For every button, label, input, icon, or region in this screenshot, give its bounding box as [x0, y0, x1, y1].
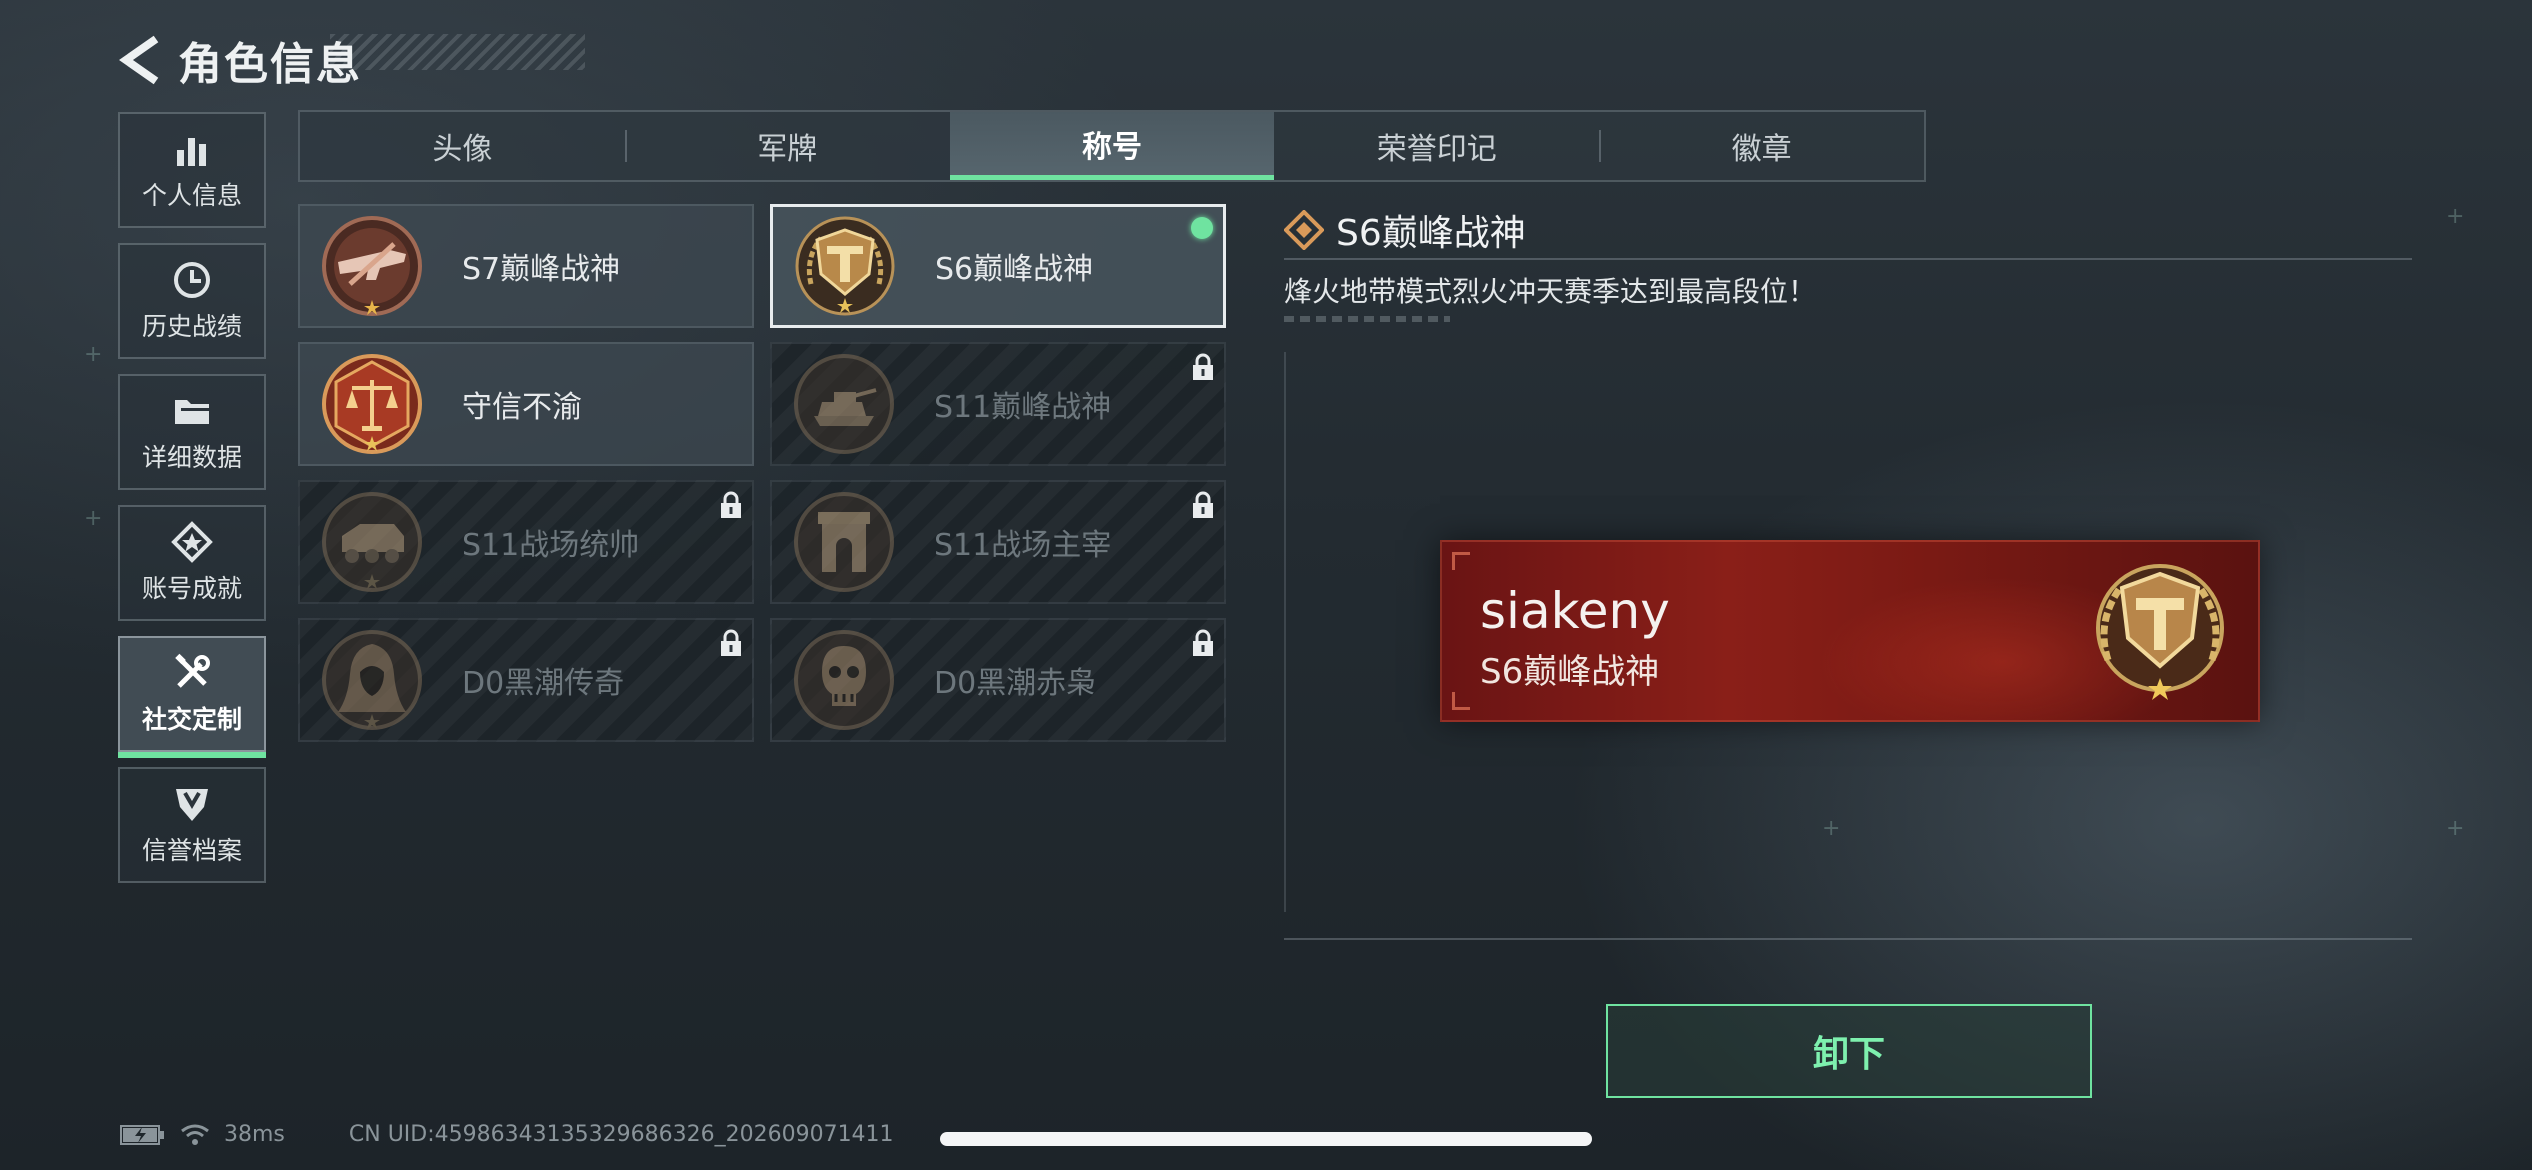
lock-icon	[721, 629, 741, 656]
rifle-emblem-icon	[322, 216, 422, 316]
preview-title-text: S6巅峰战神	[1480, 652, 1660, 692]
bar-chart-icon	[177, 138, 206, 166]
tank-emblem-icon	[794, 354, 894, 454]
lock-icon	[1193, 491, 1213, 518]
tab-honor-mark[interactable]: 荣誉印记	[1274, 112, 1599, 180]
title-stripes-decoration	[330, 34, 585, 70]
title-card[interactable]: 守信不渝	[298, 342, 754, 466]
sidebar-item-label: 信誉档案	[141, 836, 242, 865]
shield-emblem-icon	[176, 789, 208, 821]
battery-charging-icon	[120, 1124, 164, 1145]
sidebar-item-label: 个人信息	[141, 181, 242, 210]
t-shield-emblem-icon	[795, 216, 895, 316]
background-cross: +	[2446, 204, 2465, 229]
tab-title[interactable]: 称号	[949, 112, 1275, 180]
title-card-locked[interactable]: S11巅峰战神	[770, 342, 1226, 466]
title-card-locked[interactable]: D0黑潮赤枭	[770, 618, 1226, 742]
tab-badge[interactable]: 徽章	[1599, 112, 1924, 180]
tab-avatar[interactable]: 头像	[300, 112, 625, 180]
detail-title: S6巅峰战神	[1336, 213, 1526, 254]
title-card-locked[interactable]: D0黑潮传奇	[298, 618, 754, 742]
scales-emblem-icon	[322, 354, 422, 454]
hooded-figure-emblem-icon	[322, 630, 422, 730]
title-card-name: S11巅峰战神	[934, 390, 1112, 425]
title-card-name: D0黑潮传奇	[462, 666, 625, 701]
clock-icon	[174, 262, 210, 298]
category-tabs: 头像 军牌 称号 荣誉印记 徽章	[298, 110, 1926, 182]
title-card-name: S6巅峰战神	[935, 252, 1094, 287]
divider	[1284, 938, 2412, 940]
apc-emblem-icon	[322, 492, 422, 592]
title-card-name: D0黑潮赤枭	[934, 666, 1097, 701]
detail-description: 烽火地带模式烈火冲天赛季达到最高段位！	[1284, 275, 1817, 308]
title-card-name: S7巅峰战神	[462, 252, 621, 287]
sidebar-item-label: 社交定制	[141, 705, 242, 734]
lock-icon	[721, 491, 741, 518]
background-cross: +	[84, 506, 103, 531]
unequip-button[interactable]: 卸下	[1606, 1004, 2092, 1098]
skull-mask-emblem-icon	[794, 630, 894, 730]
sidebar: 个人信息 历史战绩 详细数据 账号成就 社交定制 信誉档案	[118, 112, 266, 898]
title-card-name: S11战场统帅	[462, 528, 640, 563]
page-title: 角色信息	[178, 39, 362, 90]
tools-icon	[175, 653, 210, 688]
back-arrow-icon[interactable]	[118, 35, 162, 85]
title-card-name: S11战场主宰	[934, 528, 1112, 563]
tab-dog-tag[interactable]: 军牌	[624, 112, 950, 180]
wifi-icon	[181, 1124, 209, 1145]
title-card-selected[interactable]: S6巅峰战神	[770, 204, 1226, 328]
folder-icon	[175, 400, 209, 424]
detail-subline-decoration	[1284, 316, 1450, 322]
lock-icon	[1193, 629, 1213, 656]
sidebar-item-reputation[interactable]: 信誉档案	[118, 767, 266, 883]
title-preview-banner: siakeny S6巅峰战神	[1440, 540, 2260, 722]
sidebar-item-achievements[interactable]: 账号成就	[118, 505, 266, 621]
title-card-locked[interactable]: S11战场统帅	[298, 480, 754, 604]
equipped-indicator	[1191, 217, 1213, 239]
title-card[interactable]: S7巅峰战神	[298, 204, 754, 328]
title-grid: S7巅峰战神 S6巅峰战神 守信不渝 S11巅峰战神 S11战场统帅 S11战场…	[298, 204, 1226, 742]
home-indicator[interactable]	[940, 1132, 1592, 1146]
header: 角色信息	[118, 28, 362, 92]
background-cross: +	[84, 342, 103, 367]
lock-icon	[1193, 353, 1213, 380]
preview-player-name: siakeny	[1480, 582, 1670, 640]
diamond-title-icon	[1284, 210, 1324, 250]
sidebar-item-label: 历史战绩	[141, 312, 242, 341]
title-card-name: 守信不渝	[462, 390, 582, 425]
sidebar-item-history[interactable]: 历史战绩	[118, 243, 266, 359]
status-bar: 38ms CN UID:45986343135329686326_2026090…	[120, 1122, 894, 1147]
sidebar-item-detailed-data[interactable]: 详细数据	[118, 374, 266, 490]
title-card-locked[interactable]: S11战场主宰	[770, 480, 1226, 604]
background-cross: +	[2446, 816, 2465, 841]
sidebar-item-personal-info[interactable]: 个人信息	[118, 112, 266, 228]
divider	[1284, 258, 2412, 260]
banner-corner-decoration	[1452, 552, 1470, 570]
ping-value: 38ms	[224, 1122, 285, 1147]
banner-corner-decoration	[1452, 692, 1470, 710]
player-uid: CN UID:45986343135329686326_202609071411	[348, 1122, 894, 1147]
arch-emblem-icon	[794, 492, 894, 592]
detail-header: S6巅峰战神	[1284, 204, 1526, 256]
sidebar-item-label: 账号成就	[141, 574, 242, 603]
t-shield-emblem-icon	[2096, 564, 2224, 700]
star-badge-icon	[171, 521, 213, 563]
sidebar-item-social-custom[interactable]: 社交定制	[118, 636, 266, 758]
sidebar-item-label: 详细数据	[141, 443, 242, 472]
